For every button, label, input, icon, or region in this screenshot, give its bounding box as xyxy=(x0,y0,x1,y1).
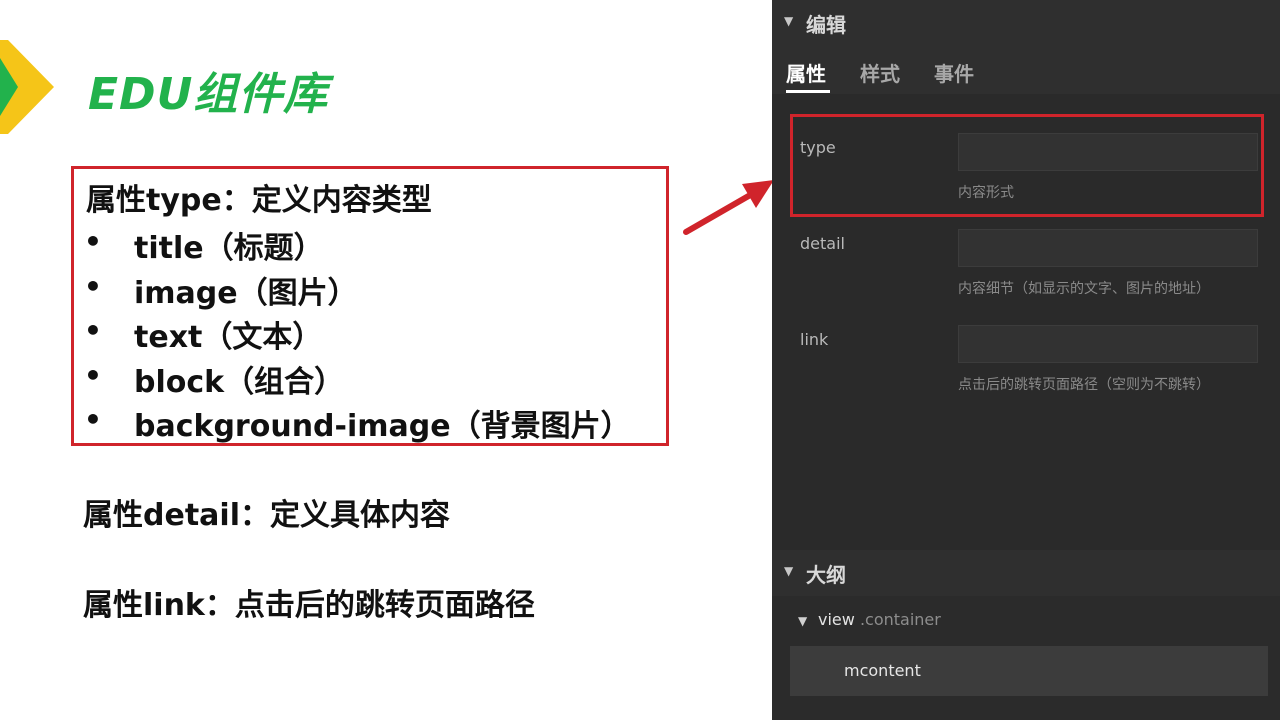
outline-section-header[interactable]: ▼ 大纲 xyxy=(772,550,1280,596)
bullet-icon: • xyxy=(84,269,102,303)
tab-styles[interactable]: 样式 xyxy=(860,58,900,87)
link-hint: 点击后的跳转页面路径（空则为不跳转） xyxy=(958,377,1210,393)
outline-child-label: mcontent xyxy=(844,661,921,680)
detail-label: detail xyxy=(800,234,845,253)
link-input[interactable] xyxy=(958,325,1258,363)
type-item-label: background-image（背景图片） xyxy=(134,409,631,444)
caret-down-icon[interactable]: ▼ xyxy=(784,564,793,578)
outline-node-label: view .container xyxy=(818,610,941,629)
outline-root-node[interactable]: ▼ view .container xyxy=(772,596,1280,644)
type-heading: 属性type：定义内容类型 xyxy=(86,183,432,218)
tab-properties[interactable]: 属性 xyxy=(786,58,826,87)
bullet-icon: • xyxy=(84,403,102,436)
type-item-label: image（图片） xyxy=(134,275,358,311)
detail-input[interactable] xyxy=(958,229,1258,267)
active-tab-indicator xyxy=(786,90,830,93)
type-definition-box: 属性type：定义内容类型 • title（标题） • image（图片） • … xyxy=(71,166,669,446)
type-field-highlight xyxy=(790,114,1264,217)
type-item-label: title（标题） xyxy=(134,231,324,266)
chevron-arrow-icon xyxy=(0,40,54,134)
bullet-icon: • xyxy=(84,358,102,392)
property-panel: ▼ 编辑 属性 样式 事件 type 内容形式 detail 内容细节（如显示的… xyxy=(772,0,1280,720)
detail-hint: 内容细节（如显示的文字、图片的地址） xyxy=(958,281,1210,297)
caret-down-icon[interactable]: ▼ xyxy=(784,14,793,28)
bullet-icon: • xyxy=(84,314,102,347)
detail-description: 属性detail：定义具体内容 xyxy=(83,498,450,533)
type-item-label: text（文本） xyxy=(134,320,323,355)
slide-area: EDU组件库 属性type：定义内容类型 • title（标题） • image… xyxy=(0,0,774,720)
outline-child-node[interactable]: mcontent xyxy=(790,646,1268,696)
link-description: 属性link：点击后的跳转页面路径 xyxy=(83,588,535,623)
bullet-icon: • xyxy=(84,225,102,258)
slide-title: EDU组件库 xyxy=(88,69,329,120)
type-item-label: block（组合） xyxy=(134,364,345,400)
panel-tabs: 属性 样式 事件 xyxy=(772,46,1280,94)
edit-section-title: 编辑 xyxy=(806,13,846,37)
caret-down-icon[interactable]: ▼ xyxy=(798,614,807,628)
properties-form: type 内容形式 detail 内容细节（如显示的文字、图片的地址） link… xyxy=(772,94,1280,550)
red-arrow-icon xyxy=(683,180,774,235)
link-label: link xyxy=(800,330,829,349)
tab-events[interactable]: 事件 xyxy=(934,58,974,87)
edit-section-header[interactable]: ▼ 编辑 xyxy=(772,0,1280,46)
outline-section-title: 大纲 xyxy=(806,563,846,587)
